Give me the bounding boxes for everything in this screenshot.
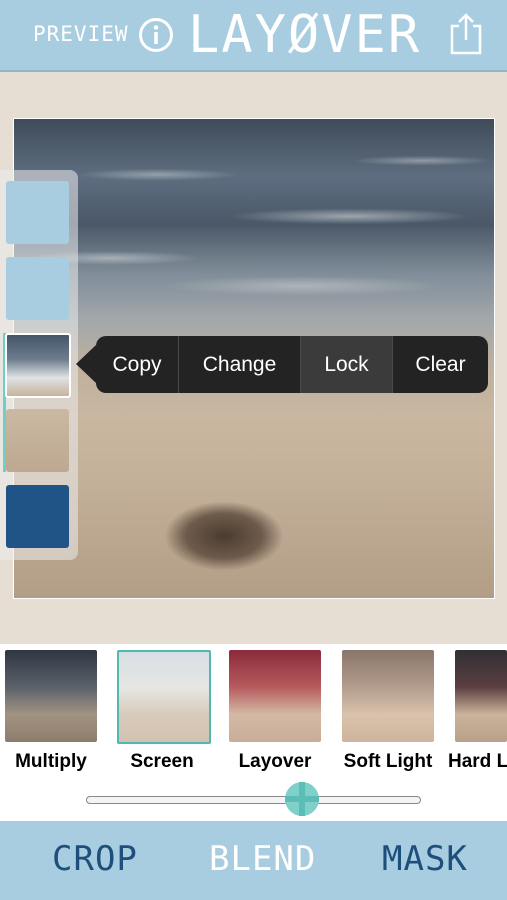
layer-thumb-3[interactable] (5, 333, 71, 398)
blend-label-hard-light: Hard L (448, 751, 507, 772)
preview-button[interactable]: PREVIEW (33, 22, 129, 46)
blend-thumb-layover[interactable] (229, 650, 321, 742)
layer-thumb-5[interactable] (6, 485, 69, 548)
menu-copy[interactable]: Copy (96, 336, 179, 393)
layer-thumb-1[interactable] (6, 181, 69, 244)
layer-thumb-4[interactable] (6, 409, 69, 472)
popup-arrow (76, 345, 96, 383)
layer-thumb-2[interactable] (6, 257, 69, 320)
layer-context-menu: Copy Change Lock Clear (76, 336, 488, 393)
blend-label-multiply: Multiply (15, 751, 87, 772)
blend-label-soft-light: Soft Light (343, 751, 433, 772)
blend-thumb-multiply[interactable] (5, 650, 97, 742)
menu-clear[interactable]: Clear (393, 336, 488, 393)
menu-lock[interactable]: Lock (301, 336, 393, 393)
tab-mask[interactable]: MASK (382, 839, 468, 879)
blend-label-screen: Screen (130, 751, 194, 772)
tab-blend[interactable]: BLEND (209, 839, 316, 879)
app-logo: LAYØVER (188, 5, 422, 65)
blend-thumb-hard-light[interactable] (455, 650, 507, 742)
menu-change[interactable]: Change (179, 336, 301, 393)
opacity-slider-thumb[interactable] (285, 782, 319, 816)
blend-label-layover: Layover (238, 751, 312, 772)
opacity-slider-track[interactable] (86, 796, 421, 804)
bottom-tab-bar: CROP BLEND MASK (0, 821, 507, 900)
top-bar: PREVIEW LAYØVER (0, 0, 507, 72)
info-circle-icon[interactable] (138, 17, 174, 57)
tab-crop[interactable]: CROP (52, 839, 138, 879)
footprint-image (164, 501, 284, 571)
blend-thumb-screen[interactable] (117, 650, 211, 744)
blend-thumb-soft-light[interactable] (342, 650, 434, 742)
share-icon[interactable] (448, 12, 484, 60)
